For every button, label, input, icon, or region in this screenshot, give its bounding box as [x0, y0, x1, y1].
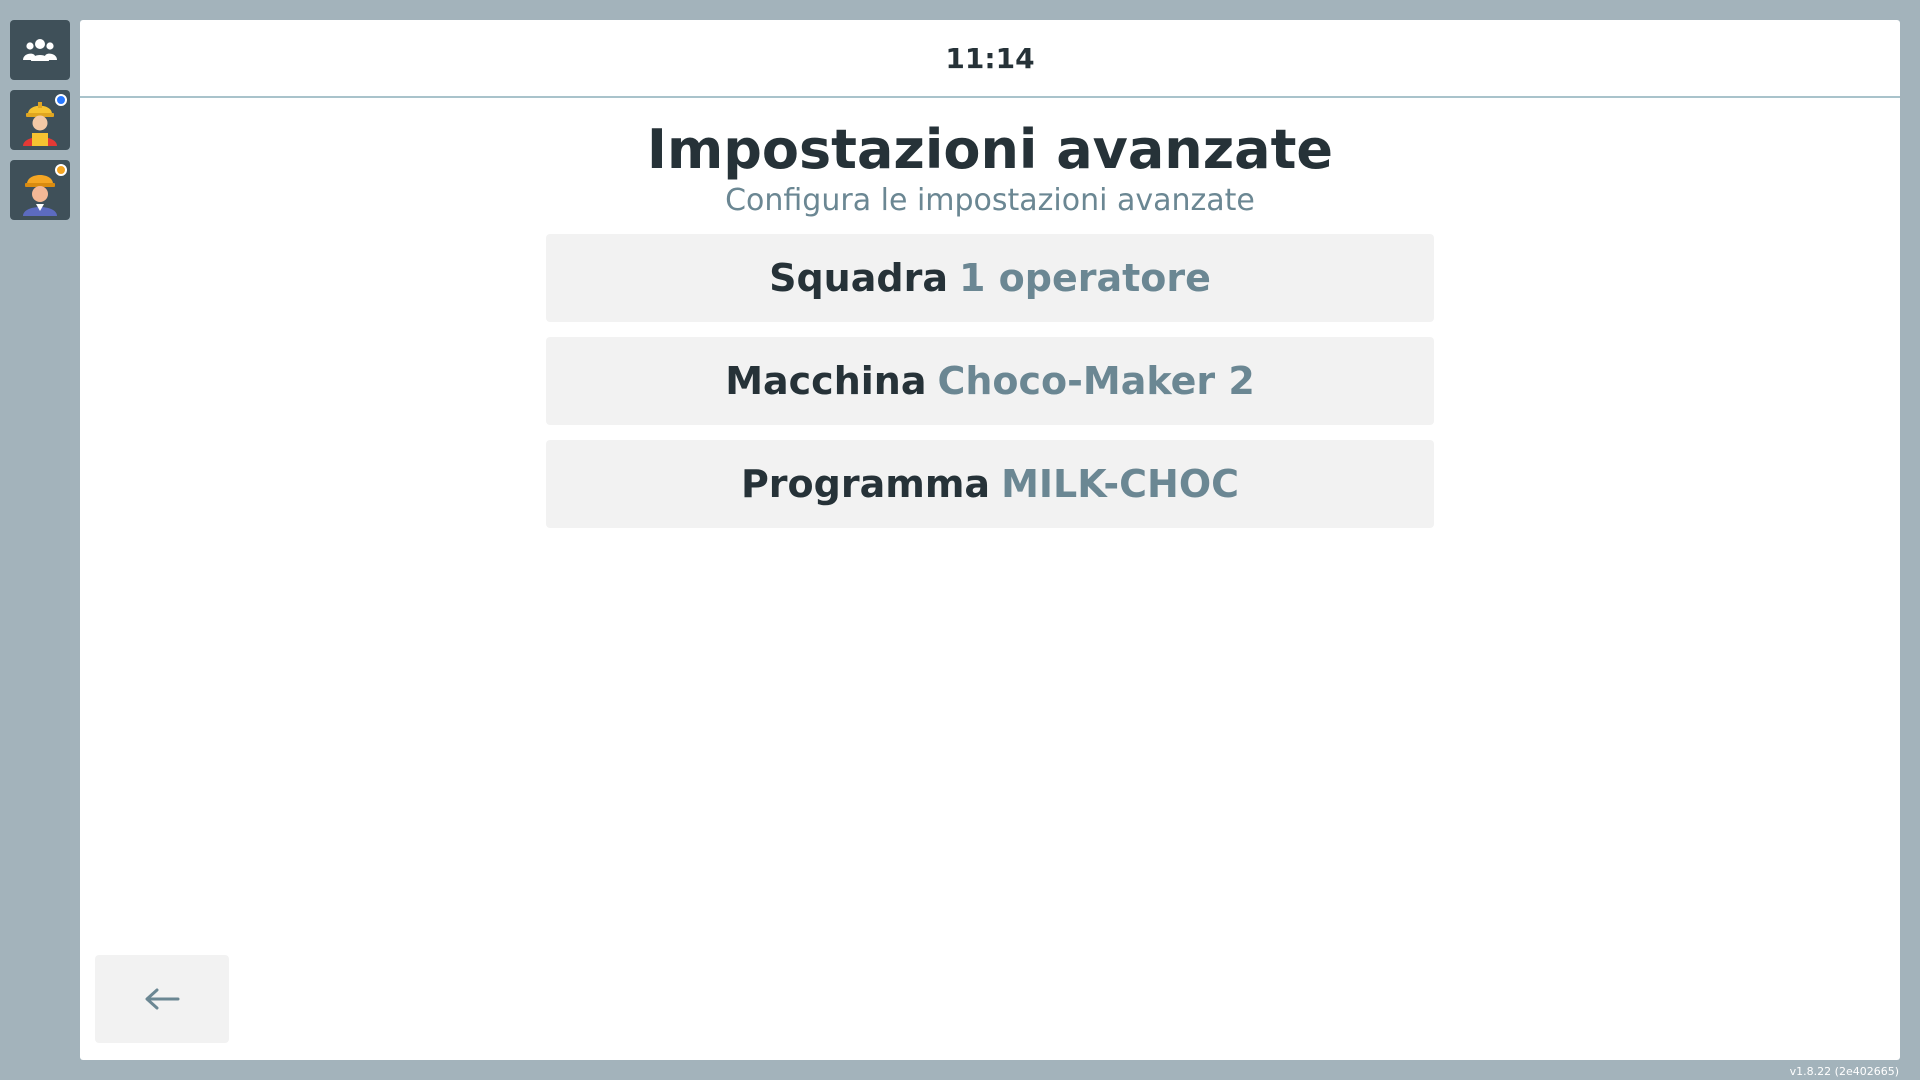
team-button[interactable] [10, 20, 70, 80]
page-subtitle: Configura le impostazioni avanzate [725, 183, 1255, 218]
settings-list: Squadra 1 operatore Macchina Choco-Maker… [546, 234, 1434, 528]
back-button[interactable] [95, 955, 229, 1043]
operator-engineer-button[interactable] [10, 160, 70, 220]
sidebar [10, 20, 70, 230]
page-title: Impostazioni avanzate [646, 118, 1334, 181]
team-icon [23, 39, 57, 61]
option-label: Squadra [769, 256, 948, 300]
option-value: 1 operatore [958, 256, 1211, 300]
operator-worker-button[interactable] [10, 90, 70, 150]
program-setting-button[interactable]: Programma MILK-CHOC [546, 440, 1434, 528]
team-setting-button[interactable]: Squadra 1 operatore [546, 234, 1434, 322]
option-label: Programma [740, 462, 991, 506]
status-dot-blue [55, 94, 67, 106]
option-value: Choco-Maker 2 [937, 359, 1255, 403]
option-value: MILK-CHOC [1001, 462, 1240, 506]
option-label: Macchina [725, 359, 927, 403]
header-bar: 11:14 [80, 20, 1900, 98]
status-dot-orange [55, 164, 67, 176]
clock: 11:14 [945, 41, 1035, 75]
arrow-left-icon [145, 988, 180, 1010]
main-panel: 11:14 Impostazioni avanzate Configura le… [80, 20, 1900, 1060]
version-label: v1.8.22 (2e402665) [1789, 1065, 1899, 1078]
machine-setting-button[interactable]: Macchina Choco-Maker 2 [546, 337, 1434, 425]
